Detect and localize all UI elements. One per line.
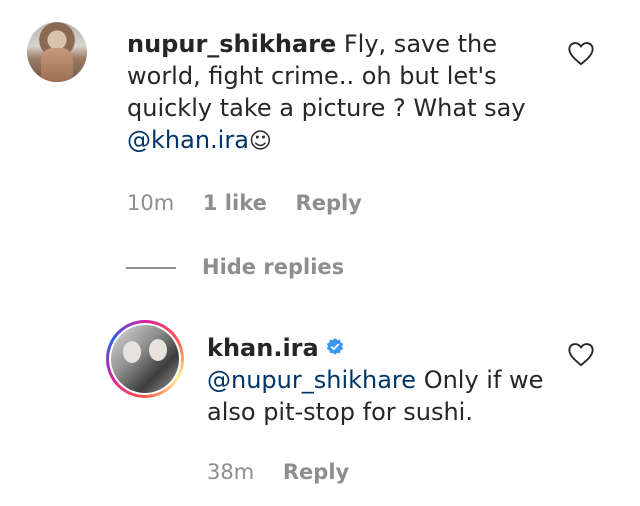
like-heart-icon[interactable] [567,40,595,66]
comment-meta: 10m 1 like Reply [127,191,384,215]
avatar-figure [41,48,73,82]
avatar-face-2 [149,339,167,361]
reply-avatar[interactable] [111,325,179,393]
comment-username[interactable]: nupur_shikhare [127,30,336,58]
comment-likes[interactable]: 1 like [203,191,267,215]
comment-mention[interactable]: @khan.ira [127,126,249,154]
avatar-face-1 [123,341,141,363]
smiley-emoji: ☺ [248,129,272,154]
reply-meta: 38m Reply [207,460,371,484]
hide-replies-line [126,267,176,269]
reply-username[interactable]: khan.ira [207,334,319,362]
reply-time: 38m [207,460,255,484]
verified-badge-icon [326,338,343,355]
reply-reply-button[interactable]: Reply [283,460,349,484]
commenter-avatar[interactable] [27,22,87,82]
reply-mention[interactable]: @nupur_shikhare [207,366,416,394]
comment-time: 10m [127,191,175,215]
reply-like-heart-icon[interactable] [567,341,595,367]
hide-replies-button[interactable]: Hide replies [202,255,344,279]
reply-body: khan.ira @nupur_shikhare Only if we also… [207,332,567,428]
comment-reply-button[interactable]: Reply [296,191,362,215]
comment-body: nupur_shikhare Fly, save the world, figh… [127,28,547,158]
